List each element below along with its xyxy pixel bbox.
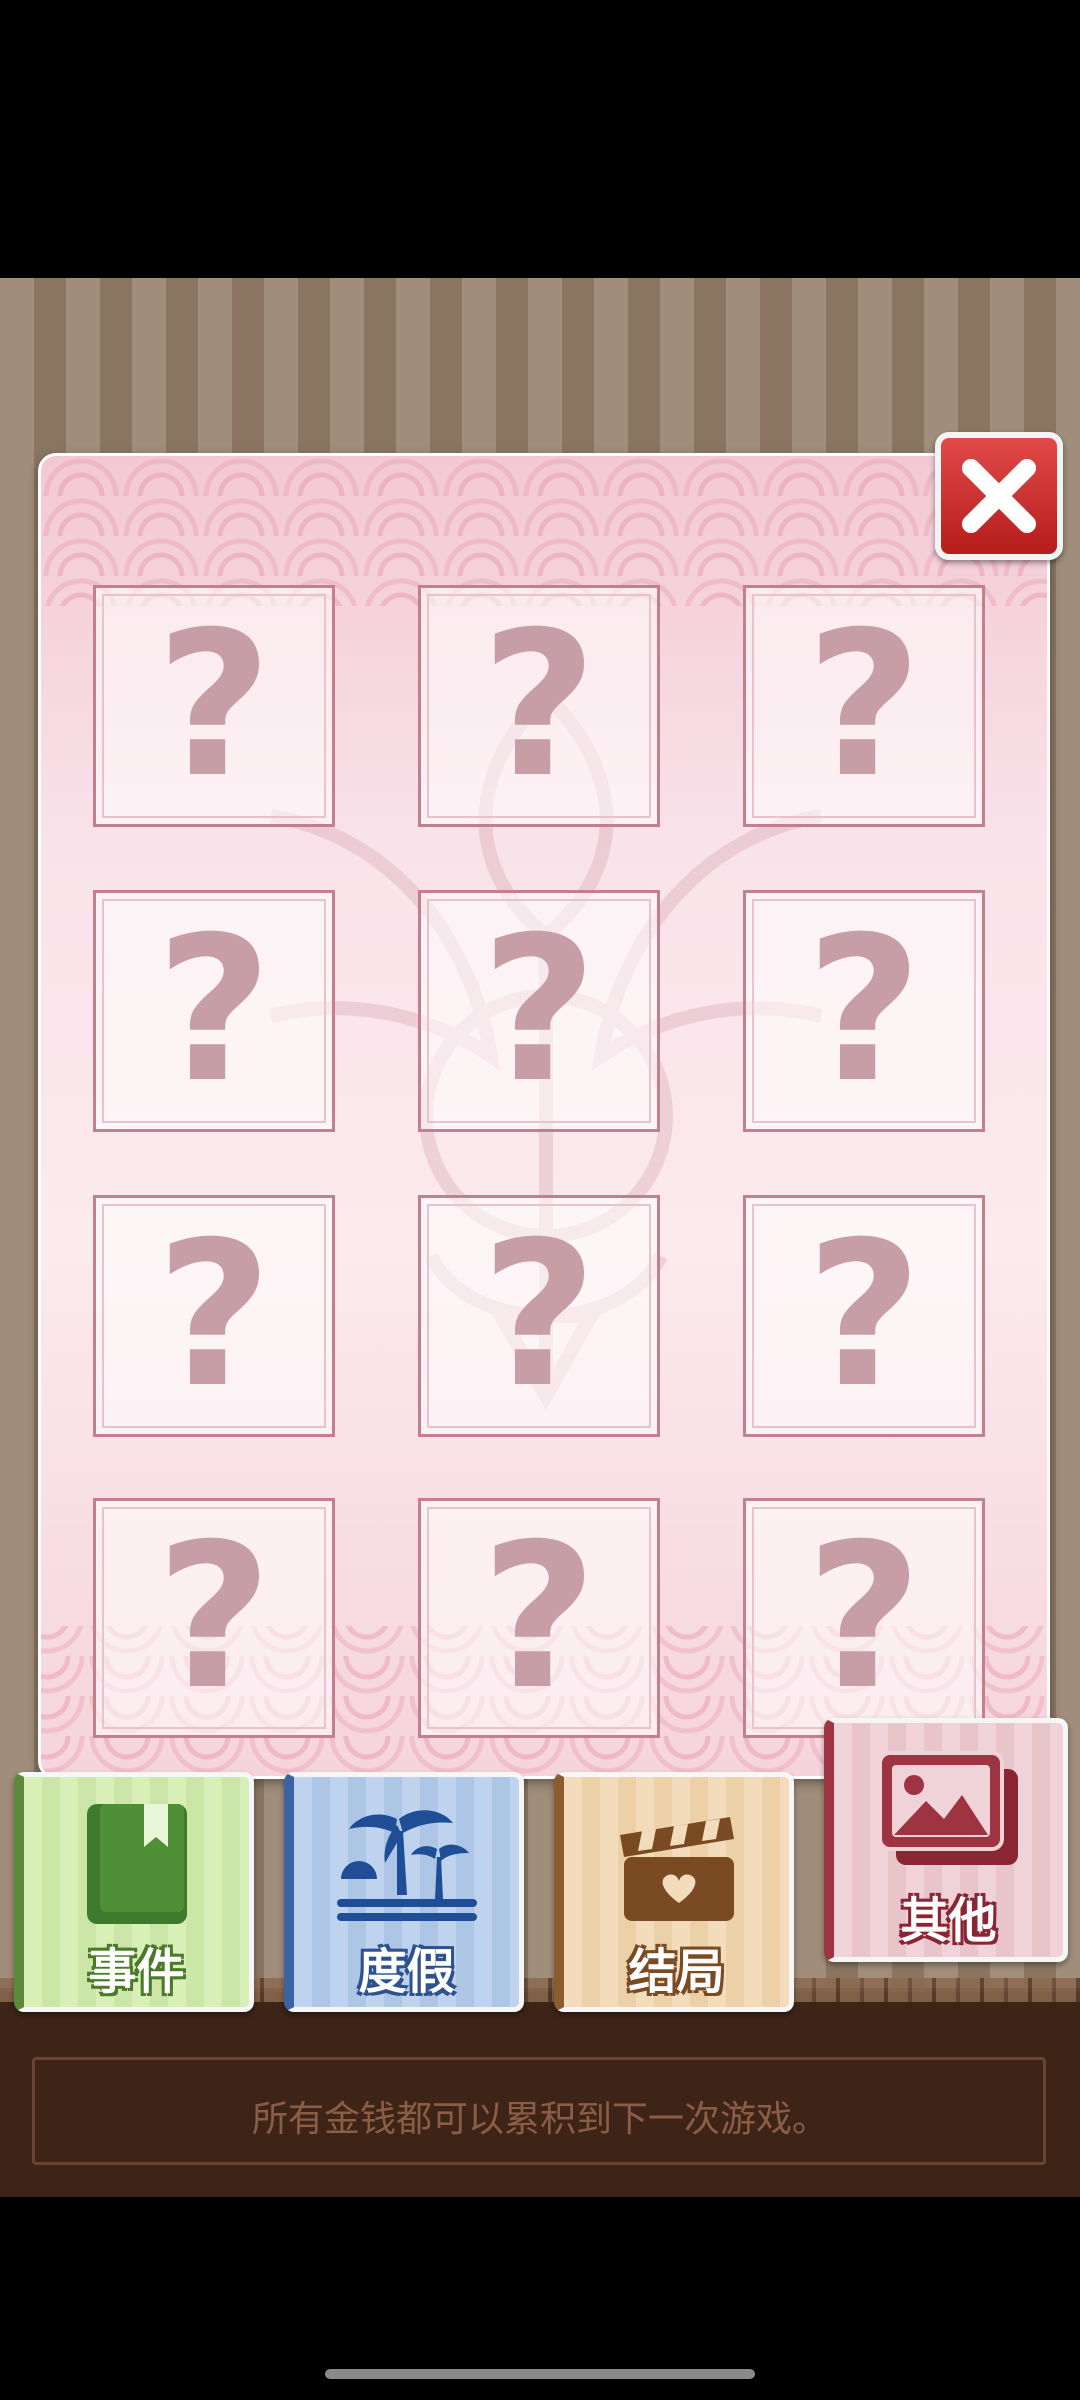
- gallery-tile-locked[interactable]: ?: [93, 1498, 335, 1738]
- tab-label: 结局: [628, 1944, 725, 2000]
- question-mark-icon: ?: [155, 1501, 272, 1734]
- gallery-tile-locked[interactable]: ?: [743, 1498, 985, 1738]
- question-mark-icon: ?: [805, 589, 922, 822]
- tab-label: 度假: [358, 1944, 455, 2000]
- wave-pattern-top: [41, 456, 1047, 606]
- gallery-tile-locked[interactable]: ?: [93, 890, 335, 1132]
- question-mark-icon: ?: [155, 589, 272, 822]
- gallery-tile-locked[interactable]: ?: [418, 585, 660, 827]
- picture-gallery-icon: [877, 1751, 1018, 1865]
- gallery-tile-locked[interactable]: ?: [418, 1195, 660, 1437]
- question-mark-icon: ?: [805, 1501, 922, 1734]
- home-indicator[interactable]: [325, 2369, 755, 2379]
- gallery-tile-locked[interactable]: ?: [418, 890, 660, 1132]
- clapperboard-heart-icon: [619, 1817, 734, 1921]
- gallery-tile-locked[interactable]: ?: [743, 890, 985, 1132]
- tab-label: 其他: [900, 1893, 997, 1949]
- question-mark-icon: ?: [155, 1199, 272, 1432]
- book-bookmark-icon: [86, 1804, 187, 1924]
- question-mark-icon: ?: [805, 894, 922, 1127]
- gallery-tile-locked[interactable]: ?: [743, 585, 985, 827]
- gallery-tile-locked[interactable]: ?: [93, 585, 335, 827]
- tab-label: 事件: [88, 1944, 185, 2000]
- tab-vacation[interactable]: 度假: [284, 1772, 524, 2012]
- palm-tree-icon: [336, 1810, 477, 1921]
- gallery-tile-locked[interactable]: ?: [93, 1195, 335, 1437]
- footer-message: 所有金钱都可以累积到下一次游戏。: [251, 2099, 828, 2140]
- tab-other[interactable]: 其他: [824, 1718, 1068, 1962]
- gallery-tile-locked[interactable]: ?: [418, 1498, 660, 1738]
- tab-ending[interactable]: 结局: [554, 1772, 794, 2012]
- tab-events[interactable]: 事件: [14, 1772, 254, 2012]
- question-mark-icon: ?: [805, 1199, 922, 1432]
- question-mark-icon: ?: [480, 1199, 597, 1432]
- question-mark-icon: ?: [155, 894, 272, 1127]
- question-mark-icon: ?: [480, 1501, 597, 1734]
- close-button[interactable]: [935, 432, 1063, 560]
- close-icon: [962, 459, 1036, 533]
- question-mark-icon: ?: [480, 589, 597, 822]
- question-mark-icon: ?: [480, 894, 597, 1127]
- gallery-tile-locked[interactable]: ?: [743, 1195, 985, 1437]
